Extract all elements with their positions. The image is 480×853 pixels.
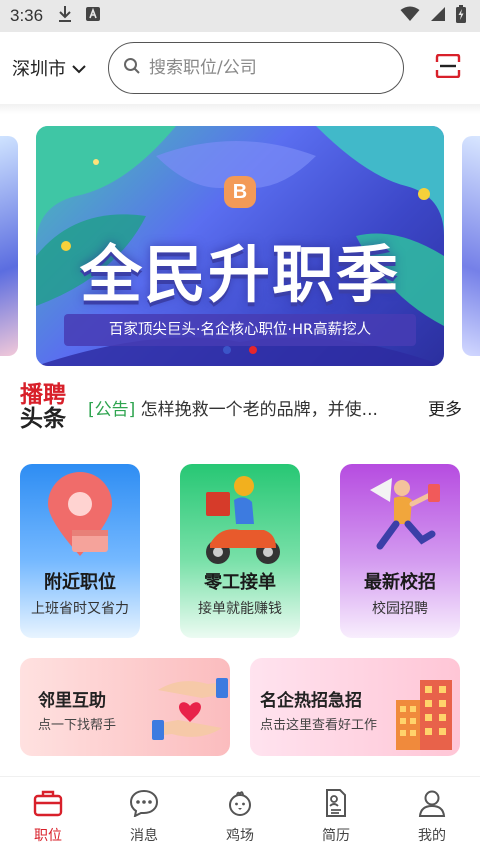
signal-icon	[430, 6, 446, 26]
top-bar: 深圳市	[0, 32, 480, 104]
nav-label: 简历	[322, 828, 350, 844]
running-person-icon	[370, 478, 440, 550]
nav-messages[interactable]: 消息	[96, 777, 192, 853]
campus-recruit-card[interactable]: 最新校招 校园招聘	[340, 464, 460, 638]
nav-label: 鸡场	[226, 828, 254, 844]
status-bar: 3:36	[0, 0, 480, 32]
bottom-nav: 职位 消息 鸡场 简历 我的	[0, 776, 480, 853]
city-label: 深圳市	[12, 59, 66, 80]
card-title: 最新校招	[364, 572, 436, 593]
card-subtitle: 接单就能赚钱	[198, 601, 282, 617]
nav-label: 职位	[34, 828, 62, 844]
headline-bar[interactable]: 播聘 头条 [公告] 怎样挽救一个老的品牌，并使... 更多	[0, 376, 480, 438]
office-building-icon	[396, 680, 452, 750]
city-selector[interactable]: 深圳市	[12, 55, 108, 81]
card-subtitle: 校园招聘	[372, 601, 428, 617]
header-divider	[0, 104, 480, 114]
card-title: 零工接单	[204, 572, 276, 593]
chick-icon	[225, 789, 255, 821]
user-icon	[417, 789, 447, 821]
logo-line2: 头条	[20, 406, 66, 432]
briefcase-icon	[33, 789, 63, 821]
banner-title: 全民升职季	[79, 238, 400, 311]
nav-chick-farm[interactable]: 鸡场	[192, 777, 288, 853]
resume-icon	[321, 789, 351, 821]
card-title: 附近职位	[44, 572, 116, 593]
status-time: 3:36	[10, 6, 44, 25]
scan-icon	[435, 53, 461, 82]
headline-announcement[interactable]: [公告] 怎样挽救一个老的品牌，并使...	[88, 395, 408, 420]
card-subtitle: 上班省时又省力	[31, 601, 129, 617]
promo-subtitle: 点击这里查看好工作	[260, 718, 378, 733]
promo-title: 名企热招急招	[260, 691, 362, 711]
carousel-indicator	[36, 346, 444, 354]
scan-button[interactable]	[428, 48, 468, 88]
banner-prev-peek[interactable]	[0, 136, 18, 356]
neighbor-help-card[interactable]: 邻里互助 点一下找帮手	[20, 658, 230, 756]
promo-subtitle: 点一下找帮手	[38, 718, 117, 733]
helping-hands-icon	[152, 678, 228, 740]
more-link[interactable]: 更多	[428, 395, 462, 420]
nav-label: 我的	[418, 828, 446, 844]
nav-profile[interactable]: 我的	[384, 777, 480, 853]
promo-title: 邻里互助	[38, 691, 106, 711]
chevron-down-icon	[72, 58, 86, 79]
nearby-jobs-card[interactable]: 附近职位 上班省时又省力	[20, 464, 140, 638]
nav-label: 消息	[130, 828, 158, 844]
search-input[interactable]	[149, 58, 379, 78]
carousel-dot-active[interactable]	[249, 346, 257, 354]
location-pin-icon	[48, 472, 112, 556]
banner-badge: B	[224, 176, 256, 208]
chat-bubble-icon	[129, 789, 159, 821]
banner-next-peek[interactable]	[462, 136, 480, 356]
headline-logo: 播聘 头条	[20, 383, 78, 431]
app-notification-icon	[85, 6, 101, 26]
nav-resume[interactable]: 简历	[288, 777, 384, 853]
logo-line1: 播聘	[20, 381, 66, 408]
feature-cards: 附近职位 上班省时又省力 零工接单 接单就能赚钱 最新校招 校园招聘	[20, 464, 460, 638]
gig-orders-card[interactable]: 零工接单 接单就能赚钱	[180, 464, 300, 638]
download-icon	[57, 5, 73, 27]
announcement-text: 怎样挽救一个老的品牌，并使...	[135, 399, 378, 420]
battery-icon	[456, 5, 466, 27]
search-icon	[123, 57, 141, 79]
banner-carousel[interactable]: B 全民升职季 百家顶尖巨头·名企核心职位·HR高薪挖人	[36, 126, 444, 366]
announcement-tag: [公告]	[88, 399, 136, 420]
banner-subtitle: 百家顶尖巨头·名企核心职位·HR高薪挖人	[64, 314, 416, 346]
nav-jobs[interactable]: 职位	[0, 777, 96, 853]
delivery-rider-icon	[206, 476, 280, 564]
carousel-dot[interactable]	[223, 346, 231, 354]
search-box[interactable]	[108, 42, 404, 94]
hot-jobs-card[interactable]: 名企热招急招 点击这里查看好工作	[250, 658, 460, 756]
wifi-icon	[400, 6, 420, 26]
